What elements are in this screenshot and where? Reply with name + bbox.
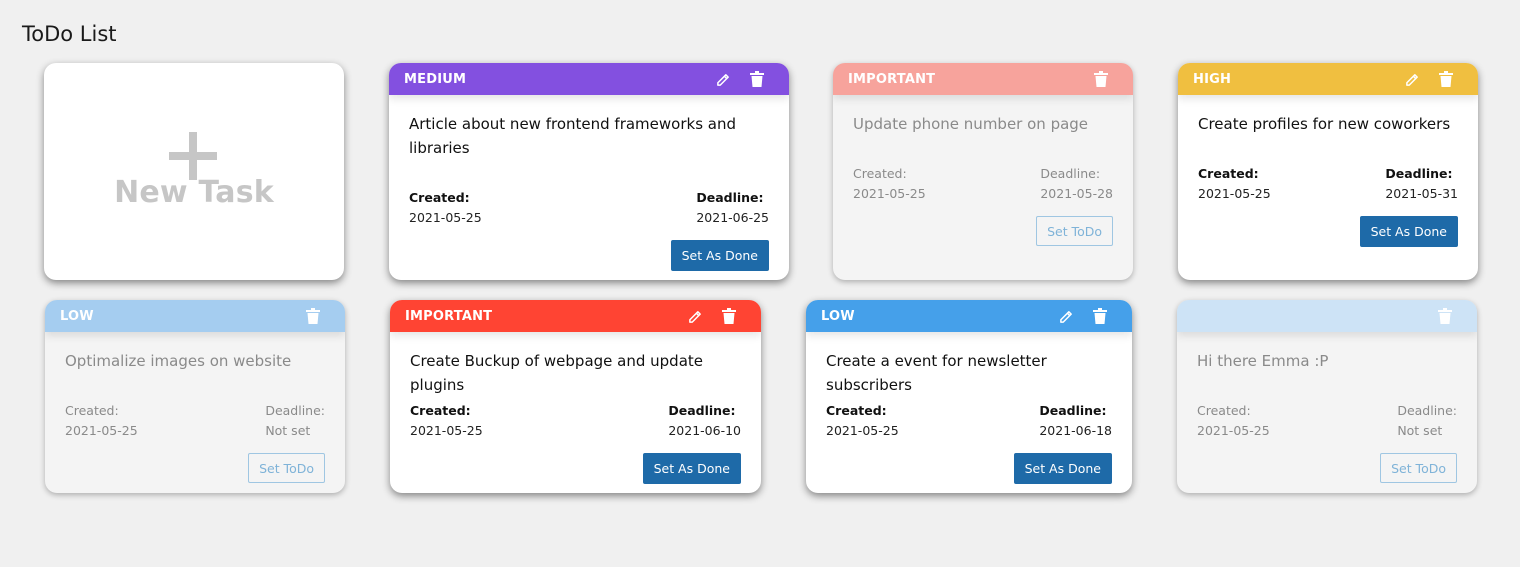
task-card: LOW Optimalize images on website Created… — [45, 300, 345, 493]
deadline-label: Deadline: — [1040, 166, 1101, 181]
priority-badge: MEDIUM — [404, 71, 467, 87]
set-done-button[interactable]: Set As Done — [1359, 216, 1458, 247]
created-label: Created: — [409, 190, 470, 205]
set-todo-button[interactable]: Set ToDo — [248, 453, 325, 483]
task-title: Article about new frontend frameworks an… — [409, 115, 736, 157]
deadline-date: Not set — [1397, 423, 1443, 438]
task-card-header: IMPORTANT — [833, 63, 1133, 95]
deadline-date: 2021-05-31 — [1385, 186, 1458, 201]
deadline-date: 2021-06-25 — [696, 210, 769, 225]
task-card: HIGH Create profiles for new coworkers C… — [1178, 63, 1478, 280]
new-task-label: New Task — [114, 175, 274, 210]
deadline-date: 2021-06-10 — [668, 423, 741, 438]
edit-icon[interactable] — [716, 72, 731, 87]
created-date: 2021-05-25 — [410, 423, 483, 438]
task-card-header — [1177, 300, 1477, 332]
task-card: IMPORTANT Create Buckup of webpage and u… — [390, 300, 761, 493]
plus-icon — [169, 132, 217, 180]
task-title: Create Buckup of webpage and update plug… — [410, 352, 703, 394]
edit-icon[interactable] — [1405, 72, 1420, 87]
created-date: 2021-05-25 — [65, 423, 138, 438]
set-todo-button[interactable]: Set ToDo — [1380, 453, 1457, 483]
priority-badge: IMPORTANT — [848, 71, 936, 87]
task-card: IMPORTANT Update phone number on page Cr… — [833, 63, 1133, 280]
task-title: Create profiles for new coworkers — [1198, 115, 1451, 133]
trash-icon[interactable] — [1438, 308, 1452, 324]
task-card-header: LOW — [806, 300, 1132, 332]
trash-icon[interactable] — [722, 308, 736, 324]
task-card: Hi there Emma :P Created: 2021-05-25 Dea… — [1177, 300, 1477, 493]
task-card: LOW Create a event for newsletter subscr… — [806, 300, 1132, 493]
deadline-date: 2021-06-18 — [1039, 423, 1112, 438]
new-task-card[interactable]: New Task — [44, 63, 344, 280]
task-card-header: MEDIUM — [389, 63, 789, 95]
created-date: 2021-05-25 — [1198, 186, 1271, 201]
created-label: Created: — [826, 403, 887, 418]
created-label: Created: — [410, 403, 471, 418]
deadline-label: Deadline: — [696, 190, 764, 205]
trash-icon[interactable] — [1094, 71, 1108, 87]
set-done-button[interactable]: Set As Done — [642, 453, 741, 484]
task-title: Hi there Emma :P — [1197, 352, 1329, 370]
deadline-date: 2021-05-28 — [1040, 186, 1113, 201]
priority-badge: LOW — [60, 308, 94, 324]
edit-icon[interactable] — [688, 309, 703, 324]
created-date: 2021-05-25 — [826, 423, 899, 438]
set-todo-button[interactable]: Set ToDo — [1036, 216, 1113, 246]
task-card-header: IMPORTANT — [390, 300, 761, 332]
priority-badge: LOW — [821, 308, 855, 324]
created-label: Created: — [1198, 166, 1259, 181]
page-title: ToDo List — [22, 22, 117, 46]
task-title: Update phone number on page — [853, 115, 1089, 133]
task-title: Create a event for newsletter subscriber… — [826, 352, 1047, 394]
task-title: Optimalize images on website — [65, 352, 292, 370]
trash-icon[interactable] — [750, 71, 764, 87]
task-card-header: HIGH — [1178, 63, 1478, 95]
set-done-button[interactable]: Set As Done — [670, 240, 769, 271]
task-card-header: LOW — [45, 300, 345, 332]
trash-icon[interactable] — [1439, 71, 1453, 87]
priority-badge: HIGH — [1193, 71, 1232, 87]
created-date: 2021-05-25 — [1197, 423, 1270, 438]
deadline-label: Deadline: — [265, 403, 325, 418]
created-label: Created: — [1197, 403, 1251, 418]
deadline-label: Deadline: — [1385, 166, 1453, 181]
created-date: 2021-05-25 — [409, 210, 482, 225]
trash-icon[interactable] — [306, 308, 320, 324]
created-label: Created: — [65, 403, 119, 418]
priority-badge: IMPORTANT — [405, 308, 493, 324]
set-done-button[interactable]: Set As Done — [1013, 453, 1112, 484]
task-card: MEDIUM Article about new frontend framew… — [389, 63, 789, 280]
edit-icon[interactable] — [1059, 309, 1074, 324]
created-date: 2021-05-25 — [853, 186, 926, 201]
deadline-label: Deadline: — [668, 403, 736, 418]
deadline-label: Deadline: — [1039, 403, 1107, 418]
deadline-date: Not set — [265, 423, 311, 438]
created-label: Created: — [853, 166, 907, 181]
deadline-label: Deadline: — [1397, 403, 1457, 418]
trash-icon[interactable] — [1093, 308, 1107, 324]
